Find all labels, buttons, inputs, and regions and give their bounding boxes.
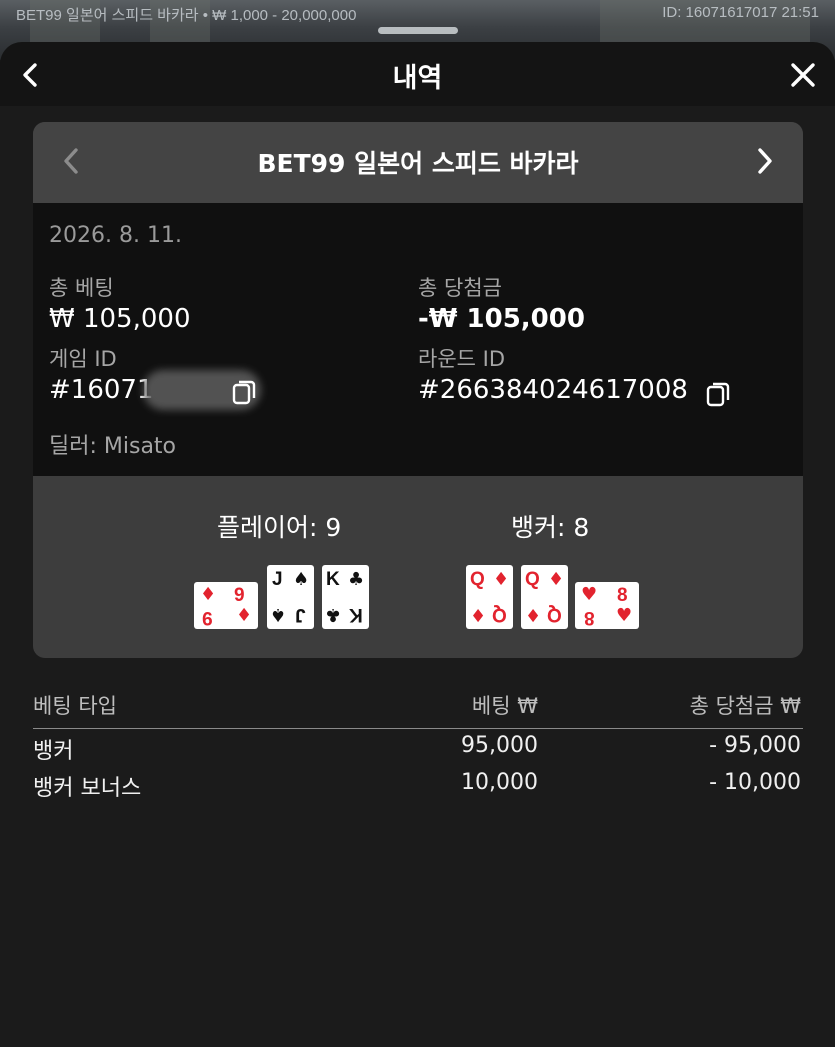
table-row-bet-amount: 10,000 — [461, 770, 538, 795]
page-title: 내역 — [392, 63, 443, 94]
player-score: 플레이어: 9 — [217, 513, 342, 542]
table-info-text: BET99 일본어 스피드 바카라 • ₩ 1,000 - 20,000,000 — [16, 7, 357, 24]
round-card: BET99 일본어 스피드 바카라 2026. 8. 11. 총 베팅 ₩ 10… — [33, 122, 803, 658]
round-result: 플레이어: 9 뱅커: 8 ♦ 9 9 ♦ J ♠ ♠ J K ♣ ♣ K Q … — [33, 476, 803, 658]
table-row-bet-type: 뱅커 보너스 — [33, 776, 142, 801]
copy-game-id-button[interactable] — [231, 378, 257, 406]
player-id-clock: ID: 16071617017 21:51 — [662, 4, 819, 21]
player-card-1: ♦ 9 9 ♦ — [194, 582, 258, 629]
game-id-value: #16071 — [49, 375, 154, 405]
player-card-2: J ♠ ♠ J — [267, 565, 314, 629]
banker-score: 뱅커: 8 — [511, 513, 590, 542]
round-details: 2026. 8. 11. 총 베팅 ₩ 105,000 총 당첨금 -₩ 105… — [33, 203, 803, 476]
player-card-3: K ♣ ♣ K — [322, 565, 369, 629]
game-navigator: BET99 일본어 스피드 바카라 — [33, 122, 803, 203]
next-round-button[interactable] — [747, 144, 781, 178]
drag-handle[interactable] — [378, 27, 458, 34]
table-row-bet-type: 뱅커 — [33, 739, 74, 764]
copy-icon — [232, 380, 256, 405]
copy-icon — [706, 382, 730, 407]
table-row-total-win: - 10,000 — [709, 770, 801, 795]
column-header-total-win: 총 당첨금 ₩ — [689, 694, 801, 718]
total-bet-value: ₩ 105,000 — [49, 304, 191, 334]
total-win-value: -₩ 105,000 — [418, 304, 585, 334]
total-bet-label: 총 베팅 — [49, 276, 114, 300]
close-icon — [791, 63, 815, 87]
total-win-label: 총 당첨금 — [418, 276, 502, 300]
game-id-label: 게임 ID — [49, 347, 117, 371]
close-button[interactable] — [786, 58, 820, 92]
copy-round-id-button[interactable] — [705, 380, 731, 408]
round-id-label: 라운드 ID — [418, 347, 505, 371]
round-date: 2026. 8. 11. — [49, 223, 182, 248]
header-divider — [33, 728, 803, 729]
game-title: BET99 일본어 스피드 바카라 — [257, 149, 579, 178]
table-row-bet-amount: 95,000 — [461, 733, 538, 758]
banker-card-3: ♥ 8 8 ♥ — [575, 582, 639, 629]
banker-card-1: Q ♦ ♦ Q — [466, 565, 513, 629]
chevron-right-icon — [758, 148, 772, 174]
history-header: 내역 — [0, 42, 835, 106]
column-header-bet-type: 베팅 타입 — [33, 694, 117, 718]
table-row-total-win: - 95,000 — [709, 733, 801, 758]
column-header-bet-amount: 베팅 ₩ — [471, 694, 538, 718]
round-id-value: #266384024617008 — [418, 375, 688, 405]
banker-card-2: Q ♦ ♦ Q — [521, 565, 568, 629]
dealer-name: 딜러: Misato — [49, 434, 177, 459]
